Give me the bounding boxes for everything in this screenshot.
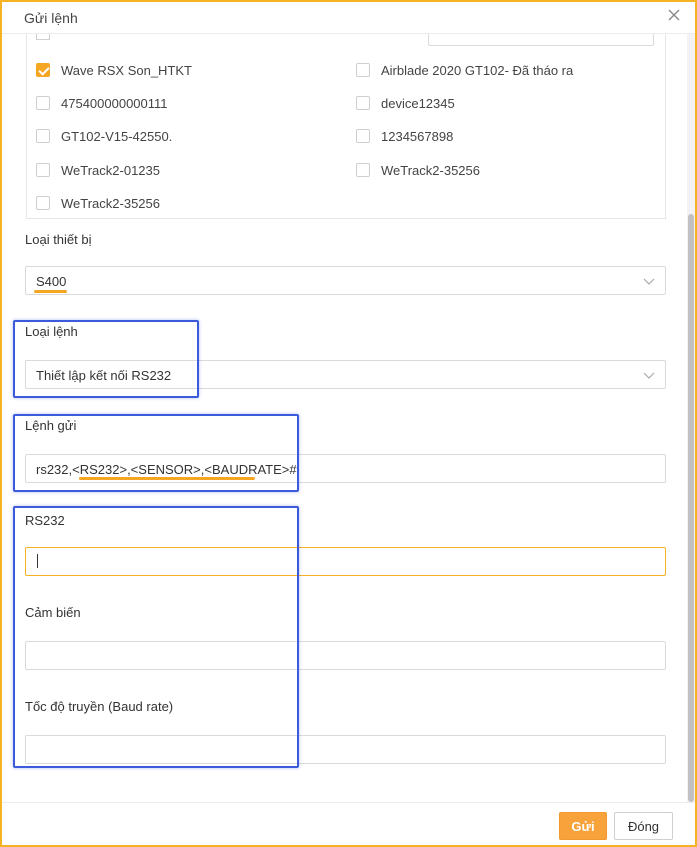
device-label: Airblade 2020 GT102- Đã tháo ra — [381, 62, 574, 78]
dialog-body: Wave RSX Son_HTKT Airblade 2020 GT102- Đ… — [2, 34, 687, 802]
command-type-label: Loại lệnh — [25, 324, 78, 339]
device-label: device12345 — [381, 95, 455, 111]
send-command-dialog: Gửi lệnh Wave RSX Son_HTKT Airblade 2020… — [0, 0, 697, 847]
command-text: rs232,<RS232>,<SENSOR>,<BAUDRATE># — [36, 462, 297, 477]
command-suffix: # — [289, 462, 297, 477]
dialog-header: Gửi lệnh — [2, 2, 695, 34]
baud-rate-label: Tốc độ truyền (Baud rate) — [25, 699, 174, 714]
device-checkbox[interactable] — [356, 129, 370, 143]
chevron-down-icon — [643, 278, 655, 285]
device-checkbox[interactable] — [36, 129, 50, 143]
device-checkbox[interactable] — [36, 96, 50, 110]
dialog-title: Gửi lệnh — [24, 10, 78, 26]
device-label: WeTrack2-01235 — [61, 162, 160, 178]
device-item-8[interactable]: WeTrack2-35256 — [36, 193, 160, 213]
device-label: Wave RSX Son_HTKT — [61, 62, 193, 78]
device-item-7[interactable]: WeTrack2-35256 — [356, 160, 480, 180]
command-placeholders-highlight — [79, 477, 255, 480]
device-checkbox[interactable] — [356, 63, 370, 77]
baud-rate-input[interactable] — [25, 735, 666, 764]
scrollbar-thumb[interactable] — [688, 214, 694, 802]
device-item-1[interactable]: Airblade 2020 GT102- Đã tháo ra — [356, 60, 573, 80]
command-prefix: rs232, — [36, 462, 73, 477]
command-type-select[interactable]: Thiết lập kết nối RS232 — [25, 360, 666, 389]
chevron-down-icon — [643, 372, 655, 379]
device-item-6[interactable]: WeTrack2-01235 — [36, 160, 160, 180]
send-button[interactable]: Gửi — [559, 812, 607, 840]
device-type-highlight — [34, 290, 67, 293]
device-checkbox[interactable] — [36, 196, 50, 210]
annotation-box-params — [13, 506, 299, 768]
sensor-input[interactable] — [25, 641, 666, 670]
rs232-label: RS232 — [25, 513, 65, 528]
device-label: 1234567898 — [381, 128, 454, 144]
device-checkbox[interactable] — [356, 163, 370, 177]
dialog-footer: Gửi Đóng — [2, 802, 695, 845]
device-item-2[interactable]: 475400000000111 — [36, 93, 168, 113]
device-search-input[interactable] — [428, 34, 654, 46]
close-button[interactable]: Đóng — [614, 812, 673, 840]
device-item-3[interactable]: device12345 — [356, 93, 455, 113]
device-item-4[interactable]: GT102-V15-42550. — [36, 126, 172, 146]
device-checkbox[interactable] — [36, 63, 50, 77]
command-placeholders: <RS232>,<SENSOR>,<BAUDRATE> — [72, 462, 290, 477]
device-type-value: S400 — [36, 274, 67, 289]
device-checkbox[interactable] — [36, 163, 50, 177]
close-icon[interactable] — [667, 8, 681, 22]
device-item-5[interactable]: 1234567898 — [356, 126, 453, 146]
device-type-label: Loại thiết bị — [25, 232, 92, 247]
device-label: GT102-V15-42550. — [61, 128, 173, 144]
text-caret — [37, 554, 38, 568]
rs232-input[interactable] — [25, 547, 666, 576]
device-item-0[interactable]: Wave RSX Son_HTKT — [36, 60, 192, 80]
command-type-value: Thiết lập kết nối RS232 — [36, 368, 172, 383]
select-all-checkbox[interactable] — [36, 34, 50, 40]
device-label: WeTrack2-35256 — [381, 162, 480, 178]
device-type-select[interactable]: S400 — [25, 266, 666, 295]
device-checkbox[interactable] — [356, 96, 370, 110]
device-label: 475400000000111 — [61, 95, 168, 111]
device-label: WeTrack2-35256 — [61, 195, 160, 211]
sensor-label: Cảm biến — [25, 605, 81, 620]
command-label: Lệnh gửi — [25, 418, 77, 433]
